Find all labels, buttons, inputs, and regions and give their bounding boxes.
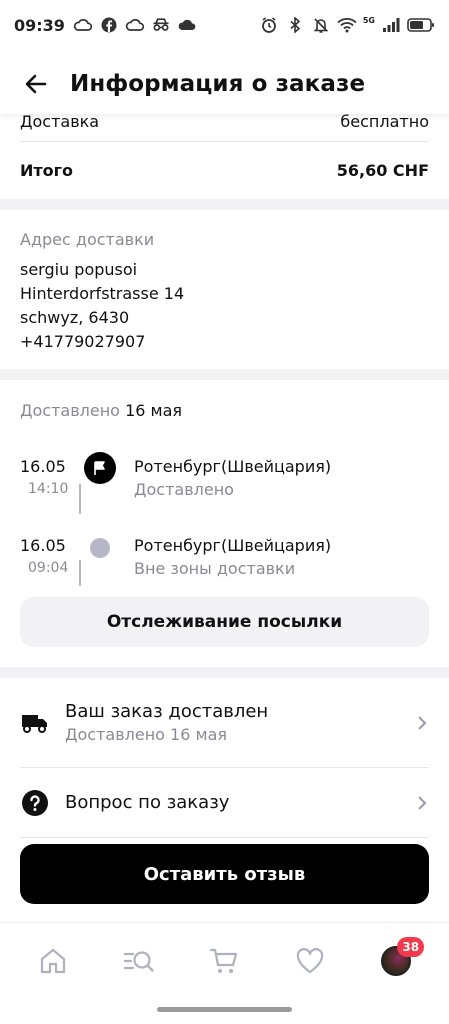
- order-delivered-subtitle: Доставлено 16 мая: [65, 725, 227, 744]
- track-parcel-button[interactable]: Отслеживание посылки: [20, 597, 429, 647]
- home-indicator[interactable]: [157, 1007, 292, 1012]
- battery-icon: [407, 17, 435, 33]
- address-phone: +41779027907: [20, 332, 146, 351]
- cloud-icon: [125, 17, 145, 33]
- delivery-address-label: Адрес доставки: [20, 230, 155, 249]
- order-question-text: Вопрос по заказу: [65, 792, 415, 813]
- event-date: 16.05: [20, 536, 66, 555]
- delivered-date: 16 мая: [125, 401, 183, 420]
- event-status: Доставлено: [134, 480, 234, 499]
- section-divider: [0, 199, 449, 210]
- total-value: 56,60 CHF: [336, 161, 429, 180]
- address-name: sergiu popusoi: [20, 260, 138, 279]
- cart-icon: [210, 948, 238, 973]
- event-place: Ротенбург(Швейцария): [134, 536, 332, 555]
- event-date: 16.05: [20, 457, 66, 476]
- total-label: Итого: [20, 161, 74, 180]
- catalog-search-icon: [123, 950, 154, 972]
- leave-review-button[interactable]: Оставить отзыв: [20, 844, 429, 904]
- facebook-icon: [99, 17, 119, 33]
- order-delivered-row[interactable]: Ваш заказ доставлен Доставлено 16 мая: [20, 678, 429, 768]
- page-title: Информация о заказе: [70, 71, 366, 97]
- tracking-event: 16.05 09:04 Ротенбург(Швейцария) Вне зон…: [20, 536, 429, 596]
- delivered-label: Доставлено: [20, 401, 120, 420]
- event-status: Вне зоны доставки: [134, 559, 296, 578]
- notification-badge: 38: [397, 936, 425, 957]
- address-city: schwyz, 6430: [20, 308, 130, 327]
- cloud-icon: [73, 17, 93, 33]
- truck-icon: [20, 708, 50, 738]
- mute-icon: [311, 17, 331, 33]
- total-row: Итого 56,60 CHF: [20, 142, 429, 199]
- status-bar: 09:39 5G: [0, 0, 449, 50]
- event-time: 14:10: [28, 481, 69, 497]
- alarm-icon: [259, 17, 279, 33]
- back-button[interactable]: [18, 66, 54, 102]
- order-question-title: Вопрос по заказу: [65, 792, 230, 813]
- network-type-label: 5G: [362, 15, 375, 25]
- status-right: 5G: [259, 15, 435, 33]
- incognito-icon: [151, 17, 171, 33]
- cloud-filled-icon: [177, 17, 197, 33]
- address-street: Hinterdorfstrasse 14: [20, 284, 185, 303]
- app-header: Информация о заказе: [0, 54, 449, 114]
- nav-catalog[interactable]: [115, 937, 163, 985]
- tracking-section: Доставлено 16 мая 16.05 14:10 Ротенбург(…: [0, 380, 449, 667]
- heart-icon: [297, 947, 324, 973]
- nav-profile[interactable]: 38: [372, 936, 425, 985]
- timeline-dot: [90, 538, 110, 558]
- home-icon: [40, 948, 65, 973]
- chevron-right-icon: [418, 795, 427, 810]
- status-time: 09:39: [14, 15, 65, 35]
- signal-icon: [381, 17, 401, 33]
- nav-home[interactable]: [29, 937, 77, 985]
- delivered-status: Доставлено 16 мая: [20, 380, 429, 440]
- tracking-event: 16.05 14:10 Ротенбург(Швейцария) Доставл…: [20, 452, 429, 517]
- bluetooth-icon: [285, 17, 305, 33]
- arrow-left-icon: [25, 74, 47, 94]
- delivery-cost-label: Доставка: [20, 112, 100, 131]
- delivery-address-section: Адрес доставки sergiu popusoi Hinterdorf…: [0, 210, 449, 369]
- delivery-cost-value: бесплатно: [340, 112, 429, 131]
- bottom-navigation: 38: [0, 922, 449, 998]
- chevron-right-icon: [418, 715, 427, 730]
- order-delivered-title: Ваш заказ доставлен: [65, 701, 269, 722]
- order-question-row[interactable]: Вопрос по заказу: [20, 768, 429, 838]
- section-divider: [0, 369, 449, 380]
- status-left: 09:39: [14, 16, 197, 35]
- question-icon: [20, 788, 50, 818]
- event-time: 09:04: [28, 560, 69, 576]
- order-details-content: Доставка бесплатно Итого 56,60 CHF Адрес…: [0, 100, 449, 838]
- section-divider: [0, 667, 449, 678]
- nav-cart[interactable]: [200, 937, 248, 985]
- order-delivered-text: Ваш заказ доставлен Доставлено 16 мая: [65, 701, 415, 744]
- nav-favorites[interactable]: [286, 937, 334, 985]
- flag-icon: [84, 452, 116, 484]
- event-place: Ротенбург(Швейцария): [134, 457, 332, 476]
- wifi-icon: [337, 17, 357, 33]
